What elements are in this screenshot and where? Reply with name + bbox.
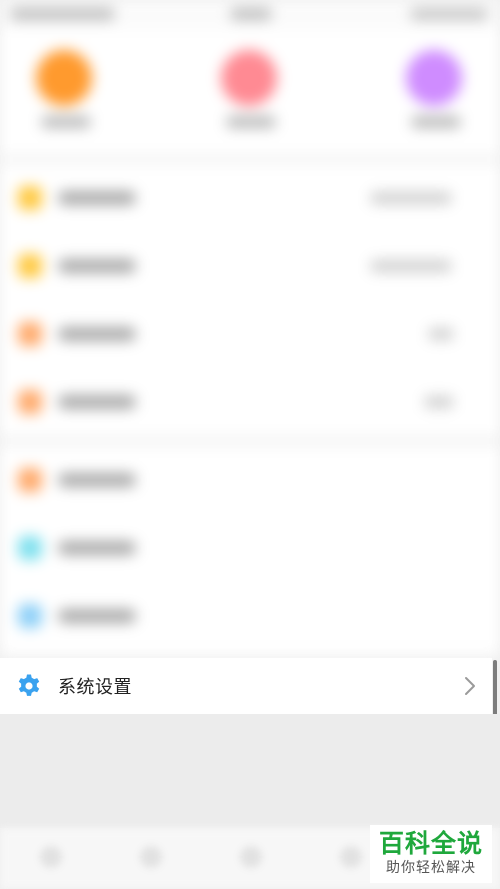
- top-shortcuts: [0, 30, 500, 155]
- nav-tab-icon[interactable]: [40, 846, 62, 868]
- list-item-value: [370, 192, 452, 204]
- list-item-value: [428, 328, 454, 340]
- list-item[interactable]: [0, 368, 500, 436]
- system-settings-row[interactable]: 系统设置: [0, 658, 492, 714]
- shortcut-icon: [406, 50, 462, 106]
- list-item-icon: [18, 536, 42, 560]
- list-item-label: [58, 541, 136, 555]
- status-carrier: [10, 8, 115, 20]
- shortcut-label: [411, 116, 461, 128]
- nav-tab-icon[interactable]: [240, 846, 262, 868]
- list-item-icon: [18, 186, 42, 210]
- list-item-value: [370, 260, 452, 272]
- list-item-icon: [18, 390, 42, 414]
- watermark-subtitle: 助你轻松解决: [386, 860, 476, 876]
- list-item-icon: [18, 468, 42, 492]
- shortcut-item[interactable]: [221, 50, 281, 140]
- list-item-label: [58, 191, 136, 205]
- settings-label: 系统设置: [58, 677, 132, 697]
- list-item-label: [58, 327, 136, 341]
- blurred-menu-background: [0, 0, 500, 658]
- status-time: [230, 8, 272, 20]
- list-item[interactable]: [0, 164, 500, 232]
- list-item-icon: [18, 254, 42, 278]
- status-bar: [0, 0, 500, 30]
- list-item[interactable]: [0, 446, 500, 514]
- list-item-value: [424, 396, 454, 408]
- watermark-logo: 百科全说 助你轻松解决: [370, 825, 492, 883]
- list-item-label: [58, 259, 136, 273]
- list-item[interactable]: [0, 582, 500, 650]
- shortcut-item[interactable]: [406, 50, 466, 140]
- list-item[interactable]: [0, 232, 500, 300]
- gear-icon: [16, 673, 42, 699]
- watermark-title: 百科全说: [378, 829, 483, 858]
- chevron-right-icon: [460, 675, 480, 697]
- nav-tab-icon[interactable]: [340, 846, 362, 868]
- shortcut-label: [226, 116, 276, 128]
- nav-tab-icon[interactable]: [140, 846, 162, 868]
- list-item-label: [58, 473, 136, 487]
- list-item-icon: [18, 604, 42, 628]
- list-item-icon: [18, 322, 42, 346]
- shortcut-icon: [221, 50, 277, 106]
- list-item[interactable]: [0, 300, 500, 368]
- list-item[interactable]: [0, 514, 500, 582]
- list-item-label: [58, 395, 136, 409]
- app-screen: 系统设置 百科全说 助你轻松解决: [0, 0, 500, 889]
- shortcut-item[interactable]: [36, 50, 96, 140]
- shortcut-label: [41, 116, 91, 128]
- empty-area: [0, 714, 500, 828]
- status-indicators: [410, 8, 488, 20]
- list-item-label: [58, 609, 136, 623]
- shortcut-icon: [36, 50, 92, 106]
